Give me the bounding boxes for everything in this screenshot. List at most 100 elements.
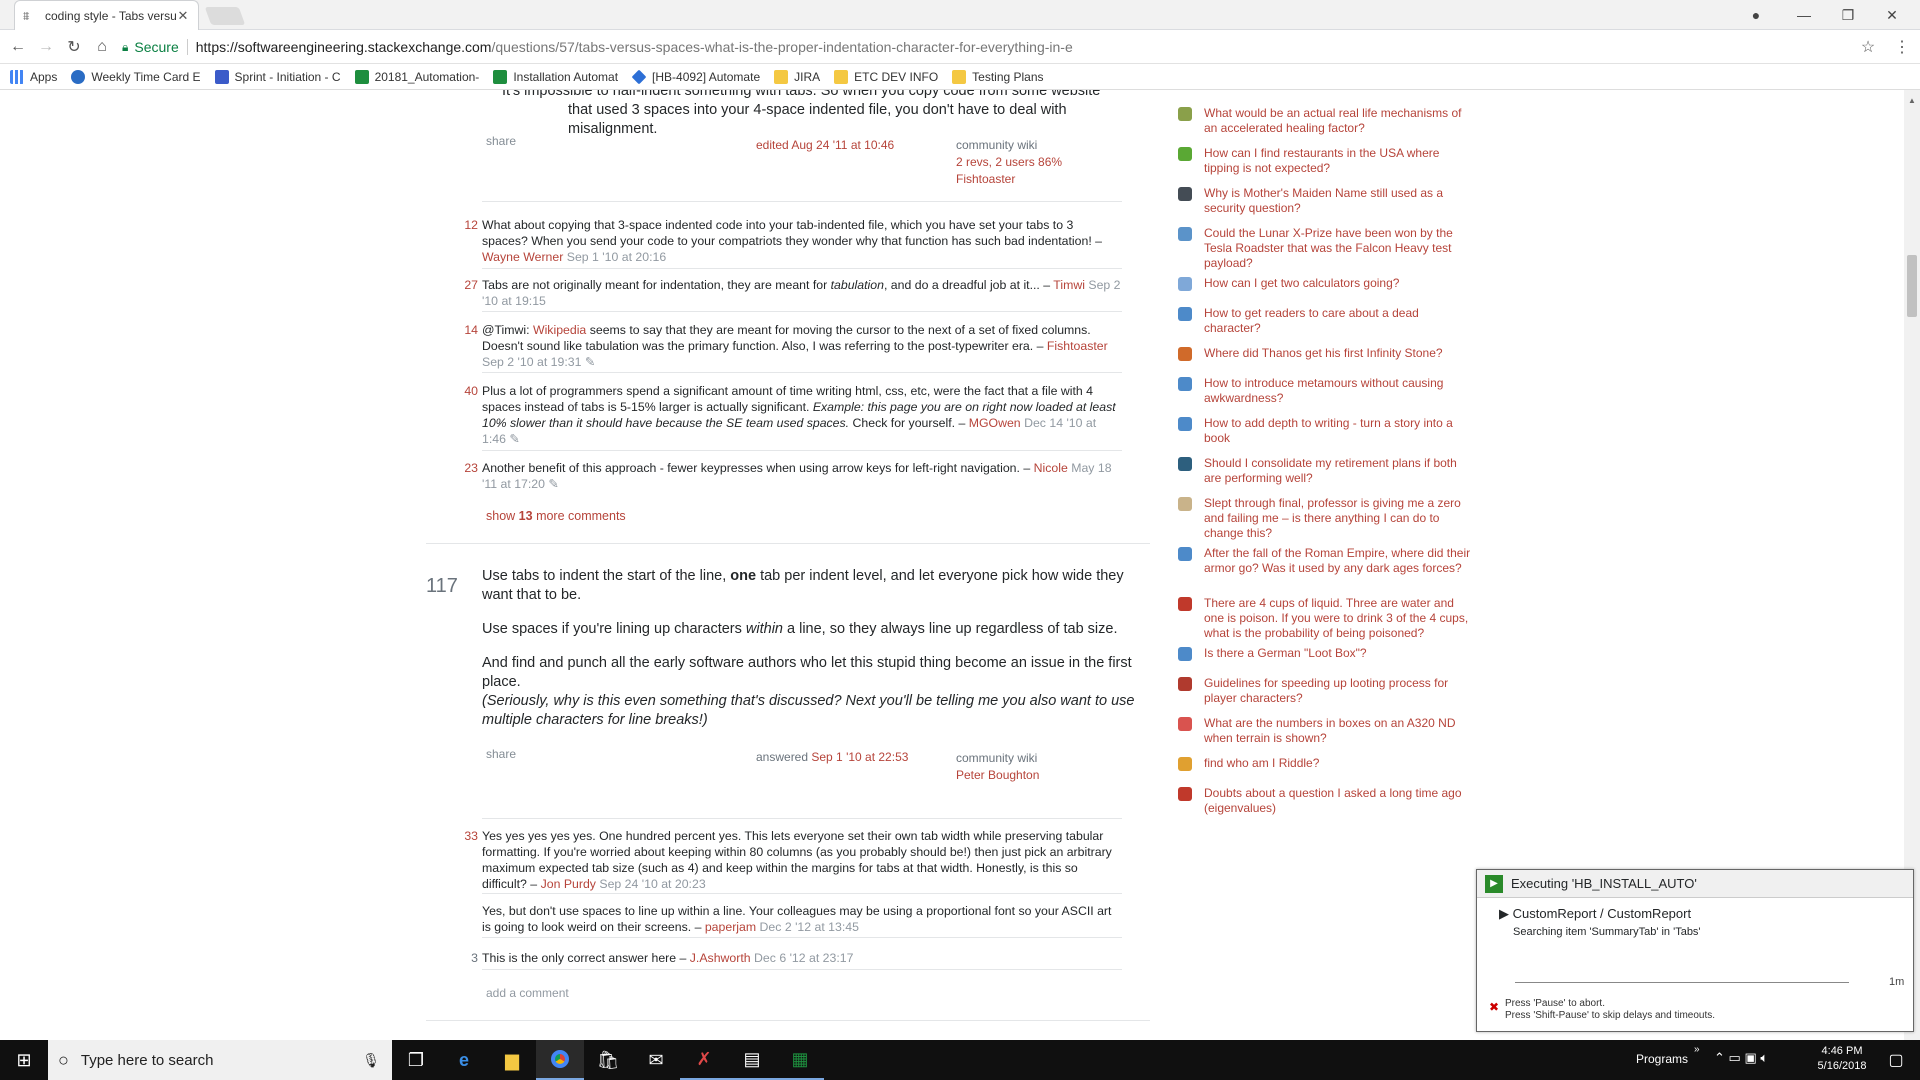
site-icon [1178,107,1192,121]
divider [482,201,1122,202]
share-link[interactable]: share [486,747,516,761]
close-window-button[interactable]: ✕ [1870,0,1914,30]
divider [482,969,1122,970]
chrome-icon[interactable] [536,1040,584,1080]
home-icon[interactable]: ⌂ [90,35,114,59]
comment-user-link[interactable]: Jon Purdy [541,877,596,891]
hot-question-link[interactable]: Where did Thanos get his first Infinity … [1204,346,1474,361]
hot-question-link[interactable]: What are the numbers in boxes on an A320… [1204,716,1474,746]
comment-time[interactable]: Dec 6 '12 at 23:17 [754,951,853,965]
address-bar[interactable]: 🔒︎ Secure https://softwareengineering.st… [122,34,1768,60]
comment-user-link[interactable]: Nicole [1034,461,1068,475]
hot-question-link[interactable]: Doubts about a question I asked a long t… [1204,786,1474,816]
bookmark-star-icon[interactable]: ☆ [1856,35,1880,59]
clock[interactable]: 4:46 PM 5/16/2018 [1812,1044,1872,1074]
comment-score: 23 [464,461,478,475]
store-icon[interactable]: 🛍︎ [584,1040,632,1080]
bookmark-item[interactable]: [HB-4092] Automate [631,69,760,84]
file-explorer-icon[interactable]: ▆ [488,1040,536,1080]
comment-user-link[interactable]: paperjam [705,920,756,934]
reload-icon[interactable]: ↻ [62,35,86,59]
revisions-link[interactable]: 2 revs, 2 users 86% [956,155,1062,169]
add-comment-link[interactable]: add a comment [486,986,569,1000]
volume-icon[interactable]: 🔈︎ [1760,1050,1768,1065]
bookmark-item[interactable]: JIRA [774,69,820,84]
scrollbar-thumb[interactable] [1907,255,1917,317]
hot-question-link[interactable]: Slept through final, professor is giving… [1204,496,1474,541]
browser-tab-active[interactable]: ⩩ coding style - Tabs versus ✕ [14,0,199,30]
hot-question-link[interactable]: How to get readers to care about a dead … [1204,306,1474,336]
hot-question-link[interactable]: After the fall of the Roman Empire, wher… [1204,546,1474,576]
comment-user-link[interactable]: J.Ashworth [690,951,751,965]
test-runner-icon[interactable]: ✗ [680,1040,728,1080]
clock-date: 5/16/2018 [1817,1060,1867,1072]
task-view-icon[interactable]: ❐ [392,1040,440,1080]
bookmark-item[interactable]: Testing Plans [952,69,1044,84]
close-tab-icon[interactable]: ✕ [176,8,190,24]
edited-link[interactable]: edited Aug 24 '11 at 10:46 [756,138,894,152]
answered-time-link[interactable]: Sep 1 '10 at 22:53 [811,750,908,764]
hot-question-link[interactable]: There are 4 cups of liquid. Three are wa… [1204,596,1474,641]
bookmark-item[interactable]: Weekly Time Card E [71,69,201,84]
hint-text: Press 'Pause' to abort. [1505,998,1605,1009]
edge-icon[interactable]: e [440,1040,488,1080]
hot-question-link[interactable]: Is there a German "Loot Box"? [1204,646,1474,661]
comment-user-link[interactable]: MGOwen [969,416,1021,430]
hot-question-link[interactable]: How can I get two calculators going? [1204,276,1474,291]
abort-icon: ✖ [1489,1000,1500,1014]
bookmark-item[interactable]: Installation Automat [493,69,618,84]
hot-question-link[interactable]: How to add depth to writing - turn a sto… [1204,416,1474,446]
expand-toolbar-icon[interactable]: » [1694,1044,1700,1055]
comment-time[interactable]: Sep 2 '10 at 19:31 [482,355,581,369]
community-wiki-label: community wiki [956,138,1038,152]
bookmark-item[interactable]: Sprint - Initiation - C [214,69,341,84]
wikipedia-link[interactable]: Wikipedia [533,323,586,337]
comment-user-link[interactable]: Wayne Werner [482,250,563,264]
battery-icon[interactable]: ▭ [1729,1050,1741,1065]
share-link[interactable]: share [486,134,516,148]
site-icon [1178,787,1192,801]
comment-time[interactable]: Sep 1 '10 at 20:16 [567,250,666,264]
restore-button[interactable]: ❐ [1826,0,1870,30]
taskbar-search[interactable]: ○ Type here to search 🎙︎ [48,1040,392,1080]
bookmark-item[interactable]: ETC DEV INFO [834,69,938,84]
hot-question-link[interactable]: What would be an actual real life mechan… [1204,106,1474,136]
scroll-up-icon[interactable]: ▲ [1908,96,1916,105]
expand-arrow-icon[interactable]: ▶ [1499,906,1509,921]
show-more-text: more comments [536,509,626,523]
profile-icon[interactable]: ● [1734,0,1778,30]
comment-user-link[interactable]: Timwi [1053,278,1085,292]
comment-time[interactable]: Sep 24 '10 at 20:23 [599,877,705,891]
windows-start-icon[interactable]: ⊞ [0,1040,48,1080]
comment-user-link[interactable]: Fishtoaster [1047,339,1108,353]
bookmark-apps[interactable]: Apps [10,69,57,84]
chevron-up-icon[interactable]: ⌃ [1714,1050,1725,1065]
hot-question-link[interactable]: find who am I Riddle? [1204,756,1474,771]
show-more-comments-link[interactable]: show 13 more comments [486,509,626,523]
hot-question-link[interactable]: How to introduce metamours without causi… [1204,376,1474,406]
action-center-icon[interactable]: ▢ [1872,1040,1920,1080]
hot-question-link[interactable]: How can I find restaurants in the USA wh… [1204,146,1474,176]
comment-time[interactable]: Dec 2 '12 at 13:45 [760,920,859,934]
spreadsheet-icon[interactable]: ▦ [776,1040,824,1080]
forward-icon[interactable]: → [34,35,58,59]
menu-icon[interactable]: ⋮ [1890,35,1914,59]
minimize-button[interactable]: — [1782,0,1826,30]
user-link[interactable]: Peter Boughton [956,768,1039,782]
bookmark-item[interactable]: 20181_Automation- [354,69,479,84]
tray-icons[interactable]: ⌃ ▭ ▣ 🔈︎ [1714,1050,1768,1066]
back-icon[interactable]: ← [6,35,30,59]
hot-question-link[interactable]: Should I consolidate my retirement plans… [1204,456,1474,486]
network-icon[interactable]: ▣ [1744,1050,1756,1065]
microphone-icon[interactable]: 🎙︎ [362,1052,380,1069]
app-window-icon[interactable]: ▤ [728,1040,776,1080]
mail-icon[interactable]: ✉ [632,1040,680,1080]
comment: 40 Plus a lot of programmers spend a sig… [464,383,1122,447]
hot-question-link[interactable]: Guidelines for speeding up looting proce… [1204,676,1474,706]
new-tab-button[interactable] [204,7,246,25]
hot-question-link[interactable]: Why is Mother's Maiden Name still used a… [1204,186,1474,216]
user-link[interactable]: Fishtoaster [956,172,1015,186]
answered-text: answered [756,750,809,764]
programs-toolbar[interactable]: Programs [1636,1052,1688,1066]
hot-question-link[interactable]: Could the Lunar X-Prize have been won by… [1204,226,1474,271]
